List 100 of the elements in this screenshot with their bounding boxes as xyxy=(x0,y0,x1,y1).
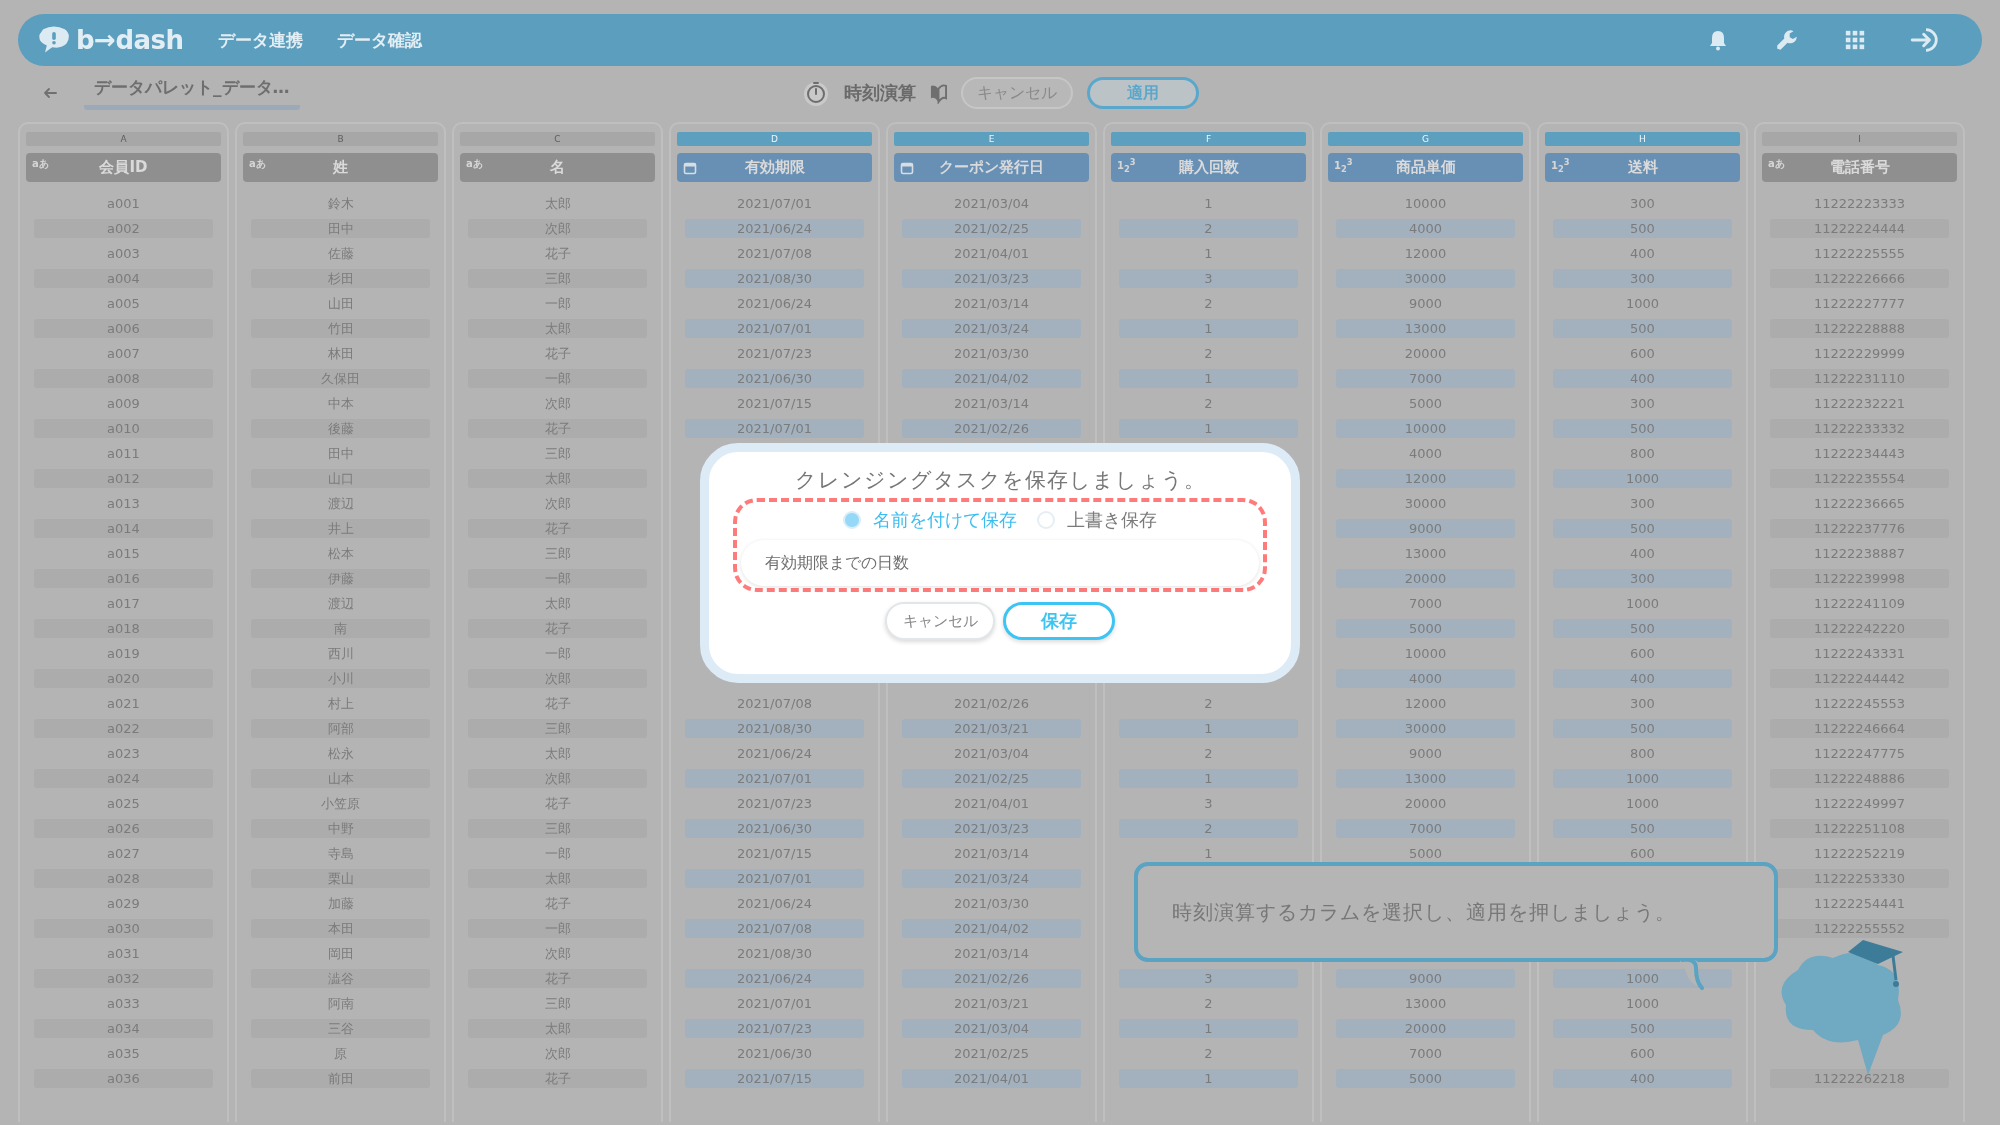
table-cell: 500 xyxy=(1553,219,1732,238)
table-cell: 300 xyxy=(1553,269,1732,288)
breadcrumb[interactable]: データパレット_データ… xyxy=(84,76,300,110)
table-cell-text: 2021/06/24 xyxy=(736,745,813,763)
table-cell-text: 2 xyxy=(1203,1045,1214,1063)
table-cell-text: 松本 xyxy=(326,545,355,563)
table-cell-text: 13000 xyxy=(1403,545,1448,563)
table-cell-text: 300 xyxy=(1629,495,1656,513)
table-cell: 1 xyxy=(1119,419,1298,438)
column-letter[interactable]: E xyxy=(894,132,1089,146)
radio-option[interactable]: 名前を付けて保存 xyxy=(843,508,1017,532)
table-cell-text: 2021/07/23 xyxy=(736,795,813,813)
table-cell-text: 9000 xyxy=(1407,745,1444,763)
table-cell-text: 2 xyxy=(1203,695,1214,713)
table-cell: 2021/03/23 xyxy=(902,269,1081,288)
calendar-icon xyxy=(900,160,914,175)
table-cell-text: 2021/03/04 xyxy=(953,745,1030,763)
radio-option[interactable]: 上書き保存 xyxy=(1037,508,1157,532)
type-label: aあ xyxy=(466,157,484,171)
table-cell-text: 花子 xyxy=(543,895,572,913)
table-cell: 1 xyxy=(1119,1019,1298,1038)
table-cell-text: 11222254441 xyxy=(1813,895,1906,913)
table-cell-text: 2021/07/01 xyxy=(736,195,813,213)
table-cell-text: 20000 xyxy=(1403,795,1448,813)
type-label: aあ xyxy=(1768,157,1786,171)
table-cell-text: 太郎 xyxy=(543,595,572,613)
table-cell: 1000 xyxy=(1553,969,1732,988)
column-letter[interactable]: C xyxy=(460,132,655,146)
table-cell-text: 600 xyxy=(1629,645,1656,663)
table-cell-text: a021 xyxy=(106,695,141,713)
column-name: 姓 xyxy=(332,158,349,177)
column-letter[interactable]: A xyxy=(26,132,221,146)
table-cell: 1 xyxy=(1119,769,1298,788)
hint-text: 時刻演算するカラムを選択し、適用を押しましょう。 xyxy=(1172,898,1676,926)
nav-link[interactable]: データ連携 xyxy=(217,28,303,52)
column-header[interactable]: aあ 会員ID xyxy=(26,153,221,182)
table-cell: 3 xyxy=(1119,269,1298,288)
column-name: クーポン発行日 xyxy=(938,158,1045,177)
column-header[interactable]: クーポン発行日 xyxy=(894,153,1089,182)
table-cell: 2021/07/01 xyxy=(685,319,864,338)
table-cell: 2021/03/24 xyxy=(902,869,1081,888)
radio-icon[interactable] xyxy=(843,511,861,529)
table-cell-text: 11222247775 xyxy=(1813,745,1906,763)
table-cell-text: 5000 xyxy=(1407,395,1444,413)
table-cell: 500 xyxy=(1553,619,1732,638)
column-name: 名 xyxy=(549,158,566,177)
table-cell: 30000 xyxy=(1336,269,1515,288)
table-cell-text: 1000 xyxy=(1624,795,1661,813)
column-name: 送料 xyxy=(1626,158,1659,177)
grid-icon[interactable] xyxy=(1844,29,1866,51)
table-cell-text: 11222223333 xyxy=(1813,195,1906,213)
table-cell-text: 1 xyxy=(1203,845,1214,863)
nav-link[interactable]: データ確認 xyxy=(336,28,422,52)
table-cell-text: 20000 xyxy=(1403,345,1448,363)
table-cell-text: 2021/03/21 xyxy=(953,995,1030,1013)
toolbar-button[interactable]: 適用 xyxy=(1086,77,1199,109)
table-cell: 500 xyxy=(1553,419,1732,438)
table-cell-text: a033 xyxy=(106,995,141,1013)
column-header[interactable]: aあ 電話番号 xyxy=(1762,153,1957,182)
table-cell-text: 花子 xyxy=(543,245,572,263)
table-cell-text: 花子 xyxy=(543,695,572,713)
wrench-icon[interactable] xyxy=(1774,27,1800,53)
table-cell-text: 2021/06/24 xyxy=(736,295,813,313)
table-cell-text: 3 xyxy=(1203,795,1214,813)
column-letter[interactable]: I xyxy=(1762,132,1957,146)
column-header[interactable]: aあ 姓 xyxy=(243,153,438,182)
dialog-button[interactable]: キャンセル xyxy=(885,602,995,640)
name-field[interactable]: 有効期限までの日数 xyxy=(741,540,1259,586)
column-letter[interactable]: B xyxy=(243,132,438,146)
table-cell: 2021/07/01 xyxy=(685,419,864,438)
table-cell-text: a019 xyxy=(106,645,141,663)
table-cell-text: 1000 xyxy=(1624,595,1661,613)
column-letter[interactable]: G xyxy=(1328,132,1523,146)
table-cell-text: 2021/06/24 xyxy=(736,895,813,913)
table-cell-text: 11222227777 xyxy=(1813,295,1906,313)
table-cell: 500 xyxy=(1553,519,1732,538)
table-cell-text: a029 xyxy=(106,895,141,913)
table-cell-text: 10000 xyxy=(1403,195,1448,213)
table-cell: 2021/03/04 xyxy=(902,1019,1081,1038)
column-letter[interactable]: D xyxy=(677,132,872,146)
column-letter[interactable]: H xyxy=(1545,132,1740,146)
table-cell-text: 11222232221 xyxy=(1813,395,1906,413)
radio-icon[interactable] xyxy=(1037,511,1055,529)
table-cell: 2021/07/01 xyxy=(685,769,864,788)
table-cell: 1 xyxy=(1119,1069,1298,1088)
table-cell-text: 300 xyxy=(1629,695,1656,713)
table-cell-text: 2021/03/30 xyxy=(953,345,1030,363)
column-header[interactable]: 有効期限 xyxy=(677,153,872,182)
table-cell-text: 2 xyxy=(1203,295,1214,313)
logo[interactable]: b→dash xyxy=(36,25,184,55)
table-cell: 7000 xyxy=(1336,369,1515,388)
table-cell: 4000 xyxy=(1336,219,1515,238)
table-cell: 1 xyxy=(1119,369,1298,388)
column-header[interactable]: aあ 名 xyxy=(460,153,655,182)
back-arrow-icon[interactable] xyxy=(42,85,58,101)
table-cell-text: a035 xyxy=(106,1045,141,1063)
table-cell: 500 xyxy=(1553,719,1732,738)
dialog-button[interactable]: 保存 xyxy=(1003,602,1115,640)
table-cell-text: 2021/02/26 xyxy=(953,695,1030,713)
column-letter[interactable]: F xyxy=(1111,132,1306,146)
